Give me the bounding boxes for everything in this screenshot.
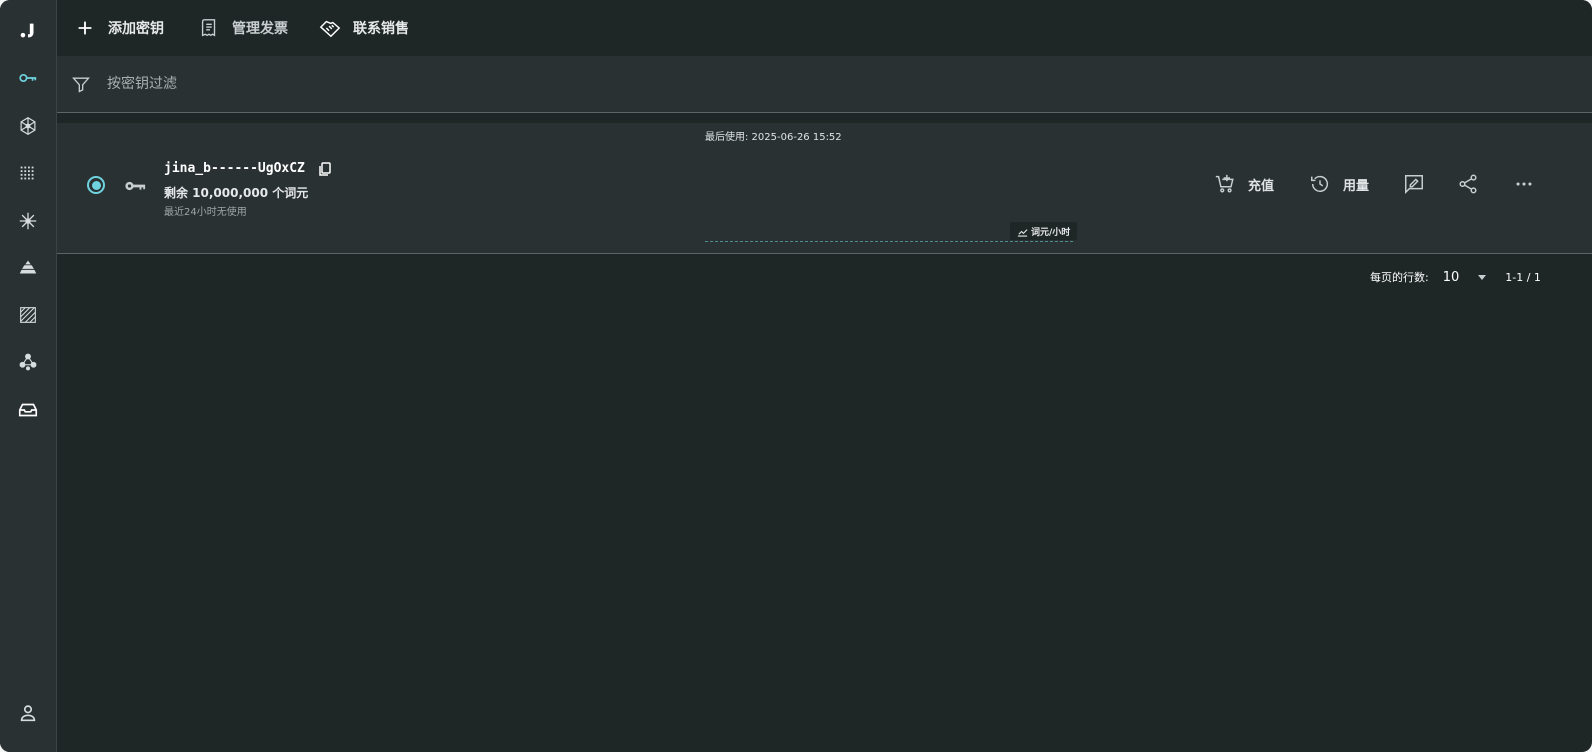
inbox-icon[interactable] xyxy=(8,390,48,430)
api-keys-nav-icon[interactable] xyxy=(8,58,48,98)
api-key-row[interactable]: 最后使用: 2025-06-26 15:52 jina_b------UgOxC… xyxy=(57,123,1592,254)
rows-per-page-value: 10 xyxy=(1442,269,1460,285)
rows-per-page-label: 每页的行数: xyxy=(1370,271,1429,284)
jina-logo-icon[interactable] xyxy=(8,11,48,51)
receipt-icon xyxy=(201,19,216,37)
topup-label: 充值 xyxy=(1248,178,1275,194)
key-select-radio[interactable] xyxy=(87,176,105,194)
account-icon[interactable] xyxy=(8,693,48,733)
usage-note: 最近24小时无使用 xyxy=(164,207,247,218)
add-key-label: 添加密钥 xyxy=(108,21,164,37)
snowflake-icon[interactable] xyxy=(8,201,48,241)
divider-strip xyxy=(57,113,1592,123)
usage-label: 用量 xyxy=(1343,178,1370,194)
usage-button[interactable]: 用量 xyxy=(1309,173,1369,195)
toolbar: 添加密钥 管理发票 联系销售 xyxy=(57,0,1592,56)
contact-sales-label: 联系销售 xyxy=(353,21,409,37)
more-options-button[interactable] xyxy=(1513,173,1535,195)
history-icon xyxy=(1311,175,1329,192)
edit-key-button[interactable] xyxy=(1403,173,1425,195)
pagination: 每页的行数: 10 1-1 / 1 xyxy=(1370,266,1541,288)
contact-sales-button[interactable]: 联系销售 xyxy=(319,0,409,56)
filter-icon xyxy=(72,77,90,93)
key-name: jina_b------UgOxCZ xyxy=(164,161,305,176)
network-icon[interactable] xyxy=(8,106,48,146)
pattern-icon[interactable] xyxy=(8,295,48,335)
grid-icon[interactable] xyxy=(8,153,48,193)
usage-sparkline xyxy=(705,241,1073,242)
copy-icon[interactable] xyxy=(317,161,333,177)
share-button[interactable] xyxy=(1457,173,1479,195)
topup-button[interactable]: 充值 xyxy=(1214,173,1274,195)
chart-icon xyxy=(1017,228,1028,237)
manage-invoices-button[interactable]: 管理发票 xyxy=(198,0,288,56)
key-icon xyxy=(125,181,146,191)
last-used-text: 最后使用: 2025-06-26 15:52 xyxy=(705,132,842,143)
more-horizontal-icon xyxy=(1516,182,1532,186)
app-window: 添加密钥 管理发票 联系销售 最后使用: 2025-06-26 15:52 ji… xyxy=(0,0,1592,752)
molecule-icon[interactable] xyxy=(8,342,48,382)
share-icon xyxy=(1459,174,1477,194)
handshake-icon xyxy=(319,20,341,38)
chart-unit-badge: 词元/小时 xyxy=(1010,222,1078,240)
rows-per-page-select[interactable]: 10 xyxy=(1443,270,1488,285)
radio-selected-dot xyxy=(91,180,101,190)
plus-icon xyxy=(78,21,92,35)
layers-icon[interactable] xyxy=(8,248,48,288)
feedback-edit-icon xyxy=(1405,175,1423,195)
page-range: 1-1 / 1 xyxy=(1505,270,1541,284)
manage-invoices-label: 管理发票 xyxy=(232,21,288,37)
filter-input[interactable] xyxy=(105,75,709,93)
remaining-tokens: 剩余 10,000,000 个词元 xyxy=(164,186,309,200)
add-key-button[interactable]: 添加密钥 xyxy=(74,0,164,56)
caret-down-icon xyxy=(1478,275,1487,280)
chart-unit-label: 词元/小时 xyxy=(1031,227,1071,238)
filter-bar xyxy=(57,56,1592,113)
add-cart-icon xyxy=(1215,174,1234,193)
sidebar xyxy=(0,0,57,752)
